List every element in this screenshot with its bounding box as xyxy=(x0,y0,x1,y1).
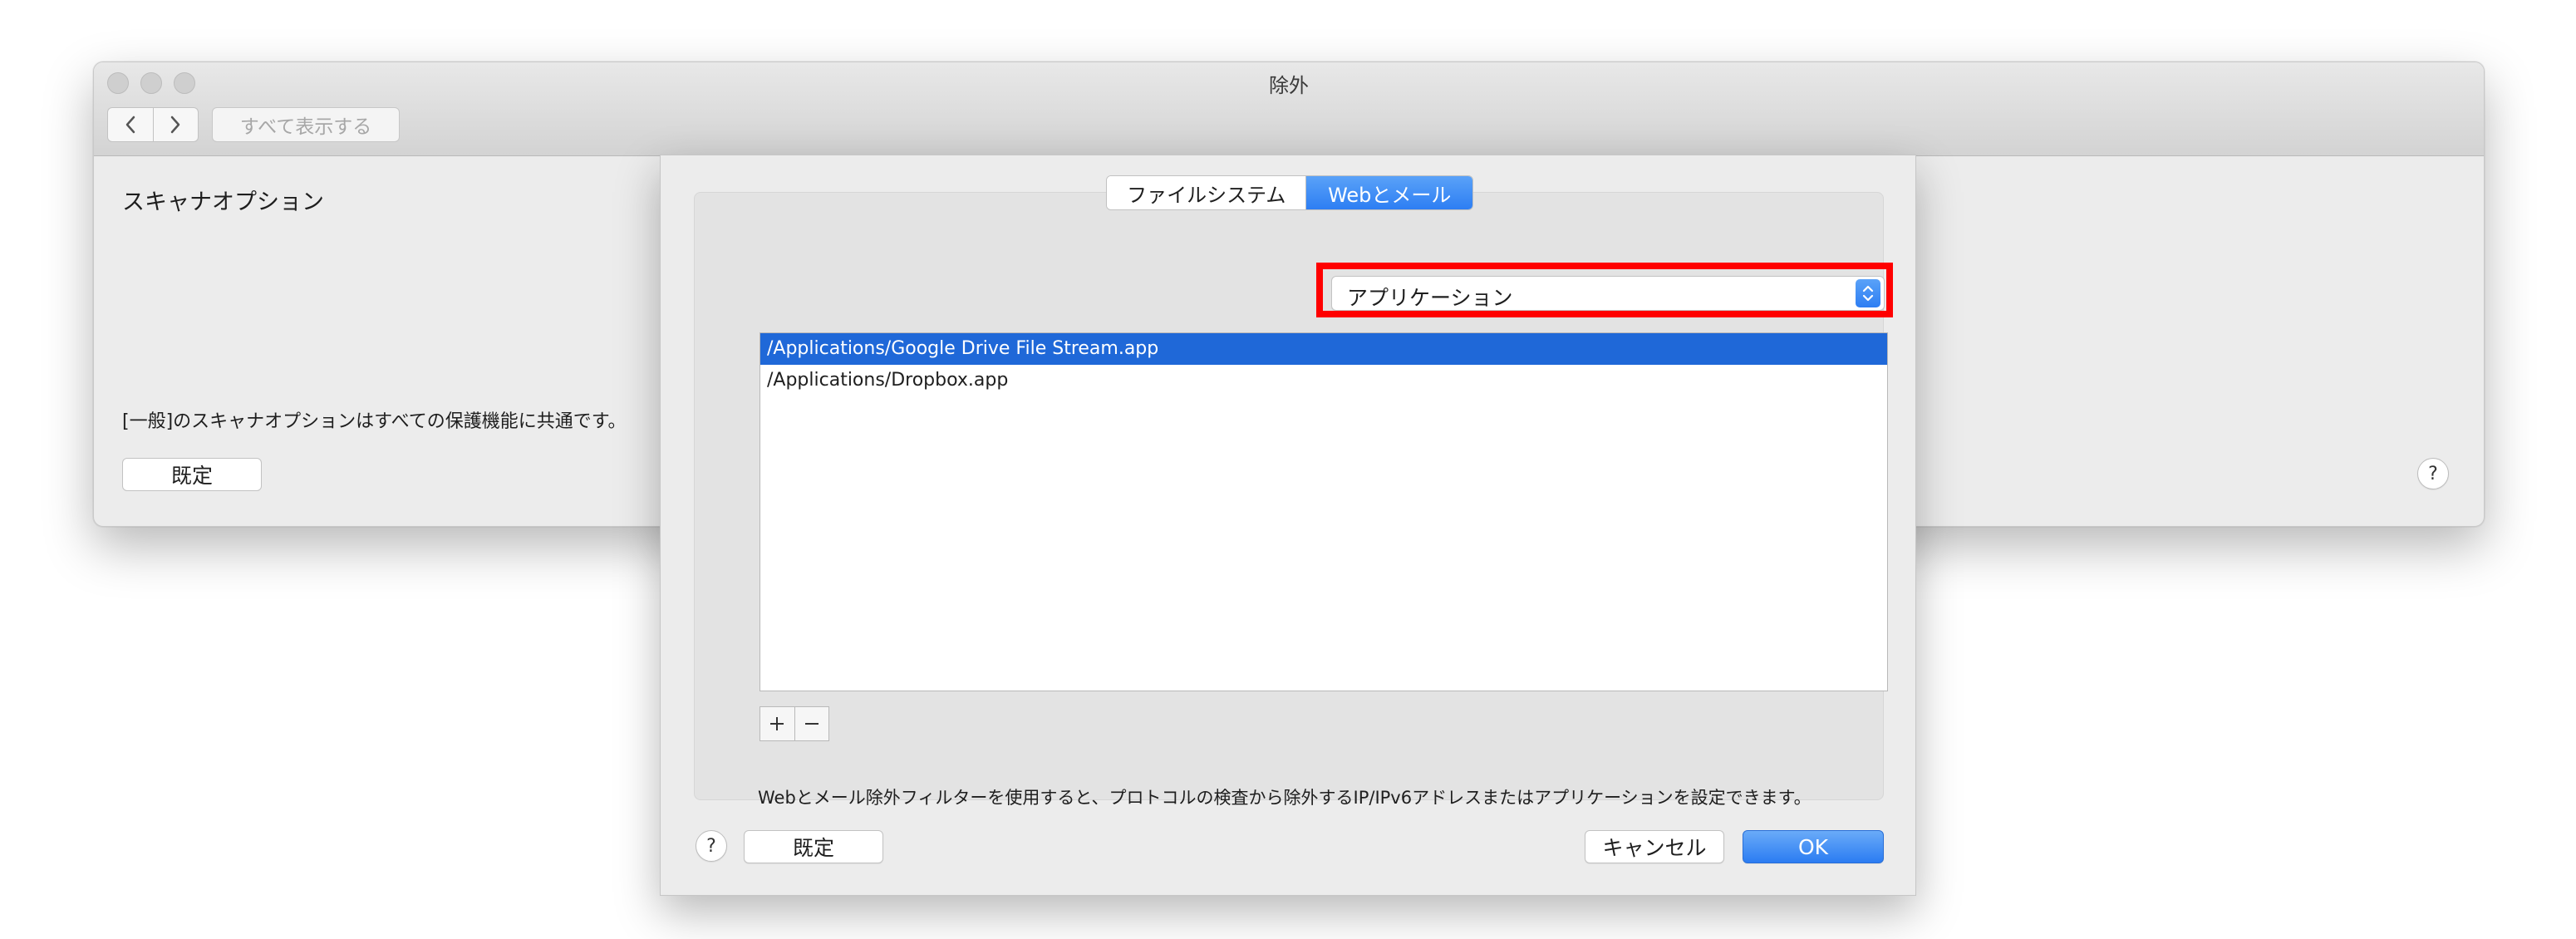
plus-icon xyxy=(770,717,784,730)
background-help-button[interactable]: ? xyxy=(2417,458,2449,489)
exclusions-group: 除外を表示: アプリケーション /Applications/Google Dri… xyxy=(694,192,1893,808)
back-forward-control xyxy=(107,107,199,142)
scanner-options-heading: スキャナオプション xyxy=(122,189,324,215)
forward-button[interactable] xyxy=(152,108,199,141)
minus-icon xyxy=(804,723,819,725)
remove-button[interactable] xyxy=(794,707,829,740)
title-bar: 除外 すべて表示する xyxy=(94,62,2484,156)
show-all-button[interactable]: すべて表示する xyxy=(212,107,400,142)
tab-control: ファイルシステム Webとメール xyxy=(1106,175,1473,210)
exclusions-sheet: 除外を表示: アプリケーション /Applications/Google Dri… xyxy=(660,155,1916,896)
add-button[interactable] xyxy=(760,707,794,740)
list-item[interactable]: /Applications/Google Drive File Stream.a… xyxy=(760,333,1887,365)
info-text: Webとメール除外フィルターを使用すると、プロトコルの検査から除外するIP/IP… xyxy=(758,788,1812,808)
tab-file-system[interactable]: ファイルシステム xyxy=(1107,176,1307,209)
cancel-button[interactable]: キャンセル xyxy=(1585,830,1724,863)
window-title: 除外 xyxy=(1269,74,1309,97)
annotation-highlight-box xyxy=(1316,263,1893,317)
exclusions-list[interactable]: /Applications/Google Drive File Stream.a… xyxy=(760,332,1888,691)
scanner-options-note: [一般]のスキャナオプションはすべての保護機能に共通です。 xyxy=(122,411,627,432)
sheet-default-button[interactable]: 既定 xyxy=(744,830,883,863)
ok-button[interactable]: OK xyxy=(1743,830,1884,863)
chevron-left-icon xyxy=(125,116,135,134)
back-button[interactable] xyxy=(108,108,153,141)
list-item[interactable]: /Applications/Dropbox.app xyxy=(760,365,1887,396)
tab-web-and-mail[interactable]: Webとメール xyxy=(1306,176,1472,209)
chevron-right-icon xyxy=(171,116,180,134)
add-remove-control xyxy=(760,706,829,741)
background-default-button[interactable]: 既定 xyxy=(122,458,262,491)
sheet-help-button[interactable]: ? xyxy=(696,830,727,862)
